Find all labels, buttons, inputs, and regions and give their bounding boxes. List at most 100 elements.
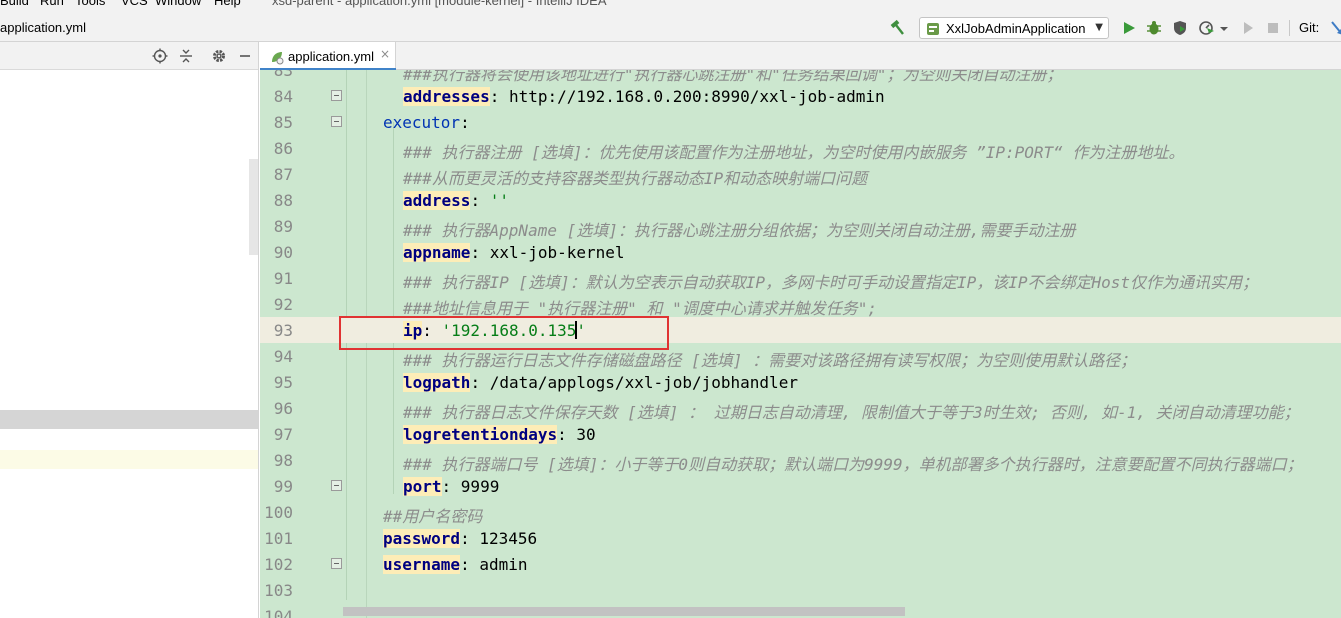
line-number[interactable]: 95 (260, 373, 293, 392)
chevron-down-icon[interactable] (1218, 19, 1230, 37)
code-text: ##用户名密码 (383, 503, 482, 527)
yaml-value: : /data/applogs/xxl-job/jobhandler (470, 373, 798, 392)
run-configuration-select[interactable]: XxlJobAdminApplication ▼ (919, 17, 1109, 39)
code-line[interactable]: 102 username: admin (260, 551, 1341, 577)
line-number[interactable]: 85 (260, 113, 293, 132)
line-number[interactable]: 87 (260, 165, 293, 184)
code-text: ### 执行器注册 [选填]：优先使用该配置作为注册地址，为空时使用内嵌服务 ”… (403, 139, 1184, 163)
horizontal-scrollbar[interactable] (343, 607, 905, 616)
project-scrollbar[interactable] (249, 159, 258, 255)
yaml-file-icon (272, 52, 284, 65)
line-number[interactable]: 88 (260, 191, 293, 210)
gear-icon[interactable] (211, 48, 227, 64)
line-number[interactable]: 100 (260, 503, 293, 522)
toolbar-separator (1289, 20, 1290, 36)
code-line[interactable]: 100 ##用户名密码 (260, 499, 1341, 527)
run-icon[interactable] (1120, 19, 1138, 37)
yaml-key: addresses (403, 87, 490, 106)
code-line[interactable]: 98 ### 执行器端口号 [选填]：小于等于0则自动获取；默认端口为9999，单… (260, 447, 1341, 474)
line-number[interactable]: 92 (260, 295, 293, 314)
stop-icon[interactable] (1264, 19, 1282, 37)
git-update-icon[interactable] (1327, 19, 1341, 37)
line-number[interactable]: 93 (260, 321, 293, 340)
project-tree-row[interactable] (0, 450, 258, 469)
yaml-comment: ###执行器将会使用该地址进行"执行器心跳注册"和"任务结果回调"；为空则关闭自… (403, 70, 1063, 84)
line-number[interactable]: 101 (260, 529, 293, 548)
code-line[interactable]: 83 ###执行器将会使用该地址进行"执行器心跳注册"和"任务结果回调"；为空则关… (260, 70, 1341, 84)
line-number[interactable]: 90 (260, 243, 293, 262)
code-text: ###从而更灵活的支持容器类型执行器动态IP和动态映射端口问题 (403, 165, 867, 189)
line-number[interactable]: 86 (260, 139, 293, 158)
line-number[interactable]: 84 (260, 87, 293, 106)
code-line[interactable]: 92 ###地址信息用于 "执行器注册" 和 "调度中心请求并触发任务"; (260, 291, 1341, 318)
profiler-icon[interactable] (1198, 19, 1216, 37)
line-number[interactable]: 104 (260, 607, 293, 618)
code-line[interactable]: 86 ### 执行器注册 [选填]：优先使用该配置作为注册地址，为空时使用内嵌服务… (260, 135, 1341, 163)
yaml-string: '' (489, 191, 509, 210)
attach-debugger-icon[interactable] (1239, 19, 1257, 37)
yaml-key: username (383, 555, 461, 574)
yaml-value: : 9999 (441, 477, 500, 496)
code-line[interactable]: 97 logretentiondays: 30 (260, 421, 1341, 447)
menu-run[interactable]: Run (40, 0, 64, 11)
code-editor[interactable]: 83 ###执行器将会使用该地址进行"执行器心跳注册"和"任务结果回调"；为空则关… (260, 70, 1341, 618)
yaml-comment: ### 执行器注册 [选填]：优先使用该配置作为注册地址，为空时使用内嵌服务 ”… (403, 143, 1185, 162)
close-icon[interactable]: × (380, 47, 390, 61)
yaml-key: appname (403, 243, 471, 262)
yaml-section-key: executor (383, 113, 461, 132)
code-line[interactable]: 101 password: 123456 (260, 525, 1341, 551)
code-line[interactable]: 88 address: '' (260, 187, 1341, 213)
tab-application-yml[interactable]: application.yml × (260, 42, 396, 71)
git-label: Git: (1299, 20, 1320, 35)
collapse-all-icon[interactable] (178, 48, 194, 64)
code-line[interactable]: 85 executor: (260, 109, 1341, 135)
yaml-comment: ### 执行器IP [选填]：默认为空表示自动获取IP，多网卡时可手动设置指定I… (403, 273, 1259, 292)
code-line[interactable]: 99 port: 9999 (260, 473, 1341, 499)
run-with-coverage-icon[interactable] (1171, 19, 1189, 37)
code-text: logpath: /data/applogs/xxl-job/jobhandle… (403, 373, 798, 392)
code-text: executor: (383, 113, 470, 132)
hide-panel-icon[interactable] (237, 48, 253, 64)
line-number[interactable]: 91 (260, 269, 293, 288)
code-line[interactable]: 103 (260, 577, 1341, 603)
line-number[interactable]: 97 (260, 425, 293, 444)
yaml-comment: ### 执行器端口号 [选填]：小于等于0则自动获取；默认端口为9999，单机部… (403, 455, 1303, 474)
yaml-comment: ### 执行器AppName [选填]：执行器心跳注册分组依据；为空则关闭自动注… (403, 221, 1076, 240)
debug-icon[interactable] (1145, 19, 1163, 37)
line-number[interactable]: 83 (260, 70, 293, 80)
project-tree-selection[interactable] (0, 410, 258, 429)
line-number[interactable]: 96 (260, 399, 293, 418)
code-line[interactable]: 90 appname: xxl-job-kernel (260, 239, 1341, 265)
line-number[interactable]: 103 (260, 581, 293, 600)
code-text: ### 执行器运行日志文件存储磁盘路径 [选填] ：需要对该路径拥有读写权限；为… (403, 347, 1136, 371)
line-number[interactable]: 102 (260, 555, 293, 574)
fold-marker-icon[interactable] (331, 90, 342, 101)
fold-marker-icon[interactable] (331, 558, 342, 569)
breadcrumb[interactable]: application.yml (0, 20, 86, 35)
line-number[interactable]: 98 (260, 451, 293, 470)
menu-tools[interactable]: Tools (75, 0, 105, 11)
fold-marker-icon[interactable] (331, 116, 342, 127)
code-line[interactable]: 89 ### 执行器AppName [选填]：执行器心跳注册分组依据；为空则关闭自… (260, 213, 1341, 240)
menu-help[interactable]: Help (214, 0, 241, 11)
code-line[interactable]: 91 ### 执行器IP [选填]：默认为空表示自动获取IP，多网卡时可手动设置指… (260, 265, 1341, 292)
menu-window[interactable]: Window (155, 0, 201, 11)
tab-label: application.yml (288, 49, 374, 64)
fold-marker-icon[interactable] (331, 480, 342, 491)
code-line[interactable]: 95 logpath: /data/applogs/xxl-job/jobhand… (260, 369, 1341, 395)
menu-build[interactable]: Build (0, 0, 29, 11)
yaml-value: : xxl-job-kernel (470, 243, 625, 262)
code-text: port: 9999 (403, 477, 499, 496)
code-line[interactable]: 87 ###从而更灵活的支持容器类型执行器动态IP和动态映射端口问题 (260, 161, 1341, 189)
code-text: logretentiondays: 30 (403, 425, 596, 444)
line-number[interactable]: 99 (260, 477, 293, 496)
build-hammer-icon[interactable] (888, 19, 906, 37)
editor-tab-bar: application.yml × (260, 42, 1341, 71)
code-line[interactable]: 96 ### 执行器日志文件保存天数 [选填] ： 过期日志自动清理, 限制值大于… (260, 395, 1341, 422)
line-number[interactable]: 89 (260, 217, 293, 236)
locate-file-icon[interactable] (152, 48, 168, 64)
code-line[interactable]: 84 addresses: http://192.168.0.200:8990/x… (260, 83, 1341, 109)
line-number[interactable]: 94 (260, 347, 293, 366)
menu-bar: Build Run Tools VCS Window Help xsd-pare… (0, 0, 1341, 14)
menu-vcs[interactable]: VCS (121, 0, 148, 11)
